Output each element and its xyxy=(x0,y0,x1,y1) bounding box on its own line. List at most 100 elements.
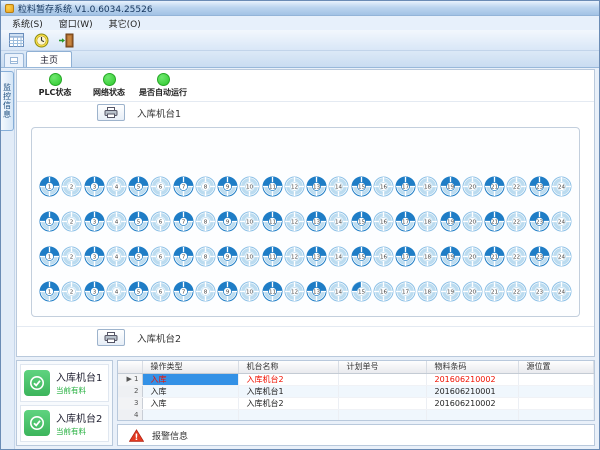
schedule-grid-icon[interactable] xyxy=(7,31,25,49)
silo-indicator: 4 xyxy=(106,281,127,302)
grid-cell[interactable]: 入库机台2 xyxy=(238,373,338,385)
svg-text:6: 6 xyxy=(159,220,163,226)
grid-cell[interactable] xyxy=(518,397,594,409)
check-icon xyxy=(24,410,50,436)
machine-list-item[interactable]: 入库机台1 当前有料 xyxy=(20,364,109,402)
grid-cell[interactable]: 201606210002 xyxy=(426,373,518,385)
grid-column-header[interactable]: 物料条码 xyxy=(426,361,518,373)
svg-text:16: 16 xyxy=(380,255,388,261)
svg-text:8: 8 xyxy=(203,290,207,296)
silo-indicator: 4 xyxy=(106,211,127,232)
dock-tab-monitor[interactable]: 监控信息 xyxy=(1,71,14,131)
svg-text:22: 22 xyxy=(513,185,520,191)
silo-indicator: 7 xyxy=(173,176,194,197)
tab-home[interactable]: 主页 xyxy=(26,51,72,67)
grid-row[interactable]: ▶ 1入库入库机台2 201606210002 xyxy=(118,373,594,385)
machine-name: 入库机台2 xyxy=(56,410,102,425)
grid-row-header[interactable]: 2 xyxy=(118,385,142,397)
grid-row-header[interactable]: 3 xyxy=(118,397,142,409)
status-indicator: 是否自动运行 xyxy=(137,73,189,98)
grid-cell[interactable] xyxy=(338,373,426,385)
silo-indicator: 7 xyxy=(173,211,194,232)
grid-column-header[interactable]: 计划单号 xyxy=(338,361,426,373)
collapsed-tab[interactable] xyxy=(4,53,24,67)
grid-row-header[interactable]: 4 xyxy=(118,409,142,421)
grid-cell[interactable] xyxy=(338,397,426,409)
grid-cell[interactable]: 201606210001 xyxy=(426,385,518,397)
svg-text:9: 9 xyxy=(226,220,230,226)
silo-indicator: 3 xyxy=(84,211,105,232)
menu-item[interactable]: 窗口(W) xyxy=(51,16,101,30)
silo-indicator: 19 xyxy=(440,246,461,267)
grid-cell[interactable] xyxy=(518,385,594,397)
svg-text:11: 11 xyxy=(268,220,276,226)
svg-text:5: 5 xyxy=(137,290,141,296)
toolbar xyxy=(1,30,599,51)
print-button-machine2[interactable] xyxy=(97,329,125,346)
grid-cell[interactable] xyxy=(338,409,426,421)
silo-indicator: 22 xyxy=(506,246,527,267)
silo-indicator: 18 xyxy=(417,281,438,302)
clock-icon[interactable] xyxy=(32,31,50,49)
svg-text:3: 3 xyxy=(92,220,96,226)
grid-cell[interactable] xyxy=(338,385,426,397)
svg-text:3: 3 xyxy=(92,185,96,191)
silo-indicator: 2 xyxy=(61,246,82,267)
silo-indicator: 16 xyxy=(373,246,394,267)
grid-cell[interactable]: 201606210002 xyxy=(426,397,518,409)
menu-item[interactable]: 其它(O) xyxy=(101,16,149,30)
grid-cell[interactable]: 入库机台2 xyxy=(238,397,338,409)
printer-icon xyxy=(104,332,118,343)
status-indicator: 网络状态 xyxy=(83,73,135,98)
grid-column-header[interactable]: 操作类型 xyxy=(142,361,238,373)
svg-text:7: 7 xyxy=(181,220,185,226)
grid-cell[interactable] xyxy=(518,373,594,385)
grid-cell[interactable] xyxy=(426,409,518,421)
grid-cell[interactable] xyxy=(238,409,338,421)
silo-indicator: 11 xyxy=(262,176,283,197)
grid-cell[interactable] xyxy=(518,409,594,421)
svg-text:12: 12 xyxy=(291,290,298,296)
grid-row[interactable]: 2入库入库机台1 201606210001 xyxy=(118,385,594,397)
check-icon xyxy=(24,370,50,396)
grid-column-header[interactable]: 机台名称 xyxy=(238,361,338,373)
grid-cell[interactable]: 入库机台1 xyxy=(238,385,338,397)
svg-text:8: 8 xyxy=(203,255,207,261)
svg-text:14: 14 xyxy=(335,185,343,191)
svg-text:23: 23 xyxy=(535,220,543,226)
grid-cell[interactable]: 入库 xyxy=(142,373,238,385)
silo-indicator: 2 xyxy=(61,211,82,232)
grid-column-header[interactable]: 源位置 xyxy=(518,361,594,373)
svg-text:17: 17 xyxy=(402,255,410,261)
silo-indicator: 23 xyxy=(529,281,550,302)
silo-indicator: 22 xyxy=(506,211,527,232)
silo-indicator: 14 xyxy=(328,246,349,267)
grid-cell[interactable] xyxy=(142,409,238,421)
svg-text:2: 2 xyxy=(70,255,74,261)
svg-text:9: 9 xyxy=(226,255,230,261)
print-button-machine1[interactable] xyxy=(97,104,125,121)
silo-indicator: 1 xyxy=(39,211,60,232)
grid-row-header[interactable]: ▶ 1 xyxy=(118,373,142,385)
svg-text:2: 2 xyxy=(70,220,74,226)
silo-indicator: 9 xyxy=(217,211,238,232)
panel-header-machine1: 入库机台1 xyxy=(17,101,594,123)
silo-indicator: 17 xyxy=(395,211,416,232)
svg-text:22: 22 xyxy=(513,255,520,261)
grid-cell[interactable]: 入库 xyxy=(142,385,238,397)
grid-cell[interactable]: 入库 xyxy=(142,397,238,409)
exit-door-icon[interactable] xyxy=(57,31,75,49)
status-label: PLC状态 xyxy=(39,87,72,98)
svg-text:13: 13 xyxy=(313,255,321,261)
silo-indicator: 19 xyxy=(440,281,461,302)
grid-row[interactable]: 3入库入库机台2 201606210002 xyxy=(118,397,594,409)
silo-indicator: 18 xyxy=(417,176,438,197)
grid-row[interactable]: 4 xyxy=(118,409,594,421)
menu-item[interactable]: 系统(S) xyxy=(4,16,51,30)
silo-indicator: 6 xyxy=(150,176,171,197)
silo-indicator: 3 xyxy=(84,176,105,197)
svg-text:19: 19 xyxy=(446,185,454,191)
svg-text:20: 20 xyxy=(469,290,477,296)
machine-list-item[interactable]: 入库机台2 当前有料 xyxy=(20,405,109,443)
silo-indicator: 8 xyxy=(195,211,216,232)
